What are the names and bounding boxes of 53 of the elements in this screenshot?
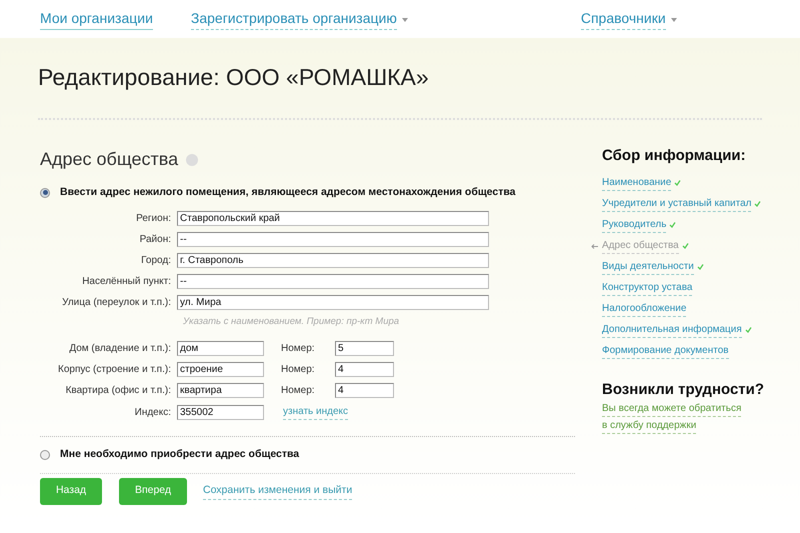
step-link[interactable]: Руководитель [602, 217, 666, 233]
number-field[interactable]: 4 [335, 383, 394, 398]
number-field[interactable]: 5 [335, 341, 394, 356]
nav-button[interactable]: Вперед [119, 478, 187, 505]
nav-button[interactable]: Назад [40, 478, 102, 505]
field-label: Город: [140, 254, 172, 268]
save-link[interactable]: Сохранить изменения и выйти [203, 482, 352, 500]
radio-button[interactable] [40, 188, 50, 198]
field-label: Дом (владение и т.п.): [68, 342, 172, 356]
field-label: Номер: [280, 342, 316, 356]
step-link[interactable]: Наименование [602, 175, 672, 191]
postcode-field[interactable]: 355002 [177, 404, 264, 420]
field-label: Номер: [280, 363, 316, 377]
hint-text: Указать с наименованием. Пример: пр-кт Мира [183, 314, 400, 329]
help-title: Возникли трудности? [602, 380, 764, 400]
text-field[interactable]: строение [177, 362, 264, 377]
radio-button[interactable] [40, 450, 50, 460]
text-field[interactable]: ул. Мира [177, 294, 489, 310]
step-link[interactable]: Конструктор устава [602, 280, 692, 296]
step-link[interactable]: Виды деятельности [602, 259, 694, 275]
nav-link[interactable]: Справочники [580, 8, 666, 30]
field-label: Улица (переулок и т.п.): [61, 296, 172, 310]
text-field[interactable]: дом [177, 341, 264, 356]
support-link[interactable]: Вы всегда можете обратиться [602, 401, 742, 417]
text-field[interactable]: Ставропольский край [177, 210, 489, 226]
text-field[interactable]: г. Ставрополь [177, 252, 489, 268]
field-label: Номер: [280, 384, 316, 398]
sidebar-title: Сбор информации: [602, 146, 747, 166]
field-label: Регион: [135, 212, 172, 226]
number-field[interactable]: 4 [335, 362, 394, 377]
page-title: Редактирование: ООО «РОМАШКА» [38, 63, 430, 92]
text-field[interactable]: -- [177, 274, 489, 289]
step-link[interactable]: Налогообложение [602, 301, 686, 317]
option-label: Мне необходимо приобрести адрес общества [60, 447, 300, 462]
field-label: Индекс: [134, 406, 172, 420]
field-label: Район: [138, 232, 172, 247]
step-link[interactable]: Адрес общества [602, 238, 679, 254]
nav-link[interactable]: Зарегистрировать организацию [190, 8, 397, 30]
caret-icon [670, 18, 677, 22]
nav-link[interactable]: Мои организации [40, 8, 153, 30]
text-field[interactable]: -- [177, 232, 489, 247]
option-label: Ввести адрес нежилого помещения, являющееся адресом местонахождения общества [60, 185, 516, 200]
find-postcode-link[interactable]: узнать индекс [283, 404, 348, 420]
caret-icon [402, 18, 408, 22]
support-link[interactable]: в службу поддержки [602, 418, 696, 434]
field-label: Населённый пункт: [81, 274, 172, 289]
text-field[interactable]: квартира [177, 383, 264, 398]
step-link[interactable]: Учредители и уставный капитал [602, 196, 752, 212]
step-link[interactable]: Дополнительная информация [602, 322, 742, 338]
step-link[interactable]: Формирование документов [602, 343, 729, 359]
field-label: Корпус (строение и т.п.): [57, 363, 172, 377]
field-label: Квартира (офис и т.п.): [64, 384, 172, 398]
section-title: Адрес общества [40, 148, 178, 171]
